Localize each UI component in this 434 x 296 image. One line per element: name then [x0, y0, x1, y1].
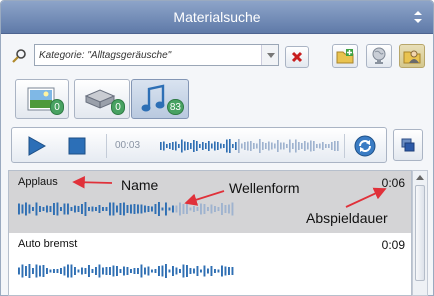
- scrollbar-thumb[interactable]: [415, 185, 425, 281]
- list-item[interactable]: Auto bremst 0:09: [9, 233, 411, 295]
- item-name: Auto bremst: [18, 238, 78, 250]
- tab-images-count: 0: [50, 99, 64, 115]
- audio-player: 00:03: [11, 127, 387, 163]
- separator: [106, 134, 107, 158]
- user-folder-button[interactable]: [399, 44, 425, 68]
- play-icon[interactable]: [28, 136, 46, 156]
- list-scrollbar[interactable]: [412, 170, 428, 296]
- item-waveform[interactable]: [18, 201, 238, 217]
- search-input[interactable]: [34, 44, 279, 66]
- tab-books[interactable]: 0: [74, 79, 130, 119]
- media-type-tabs: 0 0 83: [1, 74, 433, 120]
- open-external-button[interactable]: [393, 129, 423, 161]
- sort-toggle-icon[interactable]: [413, 10, 423, 24]
- separator: [344, 134, 345, 158]
- player-row: 00:03: [1, 125, 433, 167]
- tab-books-count: 0: [111, 99, 125, 115]
- item-name: Applaus: [18, 176, 58, 188]
- tab-images[interactable]: 0: [15, 79, 69, 119]
- clear-search-button[interactable]: [285, 46, 309, 68]
- item-duration: 0:09: [381, 238, 405, 252]
- item-waveform[interactable]: [18, 263, 238, 279]
- refresh-icon[interactable]: [354, 135, 376, 157]
- playback-waveform[interactable]: [160, 138, 340, 154]
- category-dropdown-arrow-icon[interactable]: [261, 45, 278, 65]
- user-folder-icon: [403, 50, 421, 64]
- stop-icon[interactable]: [68, 137, 86, 155]
- playback-time: 00:03: [115, 140, 141, 151]
- add-folder-button[interactable]: [332, 44, 358, 68]
- globe-button[interactable]: [366, 44, 392, 68]
- annotation-waveform: Wellenform: [229, 180, 300, 196]
- annotation-duration: Abspieldauer: [306, 210, 388, 226]
- tab-sounds[interactable]: 83: [131, 79, 189, 119]
- item-duration: 0:06: [381, 176, 405, 190]
- title-bar: Materialsuche: [1, 1, 433, 34]
- globe-icon: [372, 47, 386, 64]
- windows-stack-icon: [401, 138, 415, 152]
- music-note-icon: [141, 84, 165, 112]
- scroll-up-icon[interactable]: [416, 175, 424, 180]
- search-row: [1, 39, 433, 73]
- search-icon: [12, 49, 26, 63]
- folder-add-icon: [336, 49, 354, 64]
- close-icon: [291, 51, 303, 63]
- annotation-name: Name: [121, 177, 159, 193]
- window-title: Materialsuche: [173, 9, 261, 25]
- sound-list: Applaus 0:06 Auto bremst 0:09: [8, 170, 412, 296]
- tab-sounds-count: 83: [166, 99, 184, 115]
